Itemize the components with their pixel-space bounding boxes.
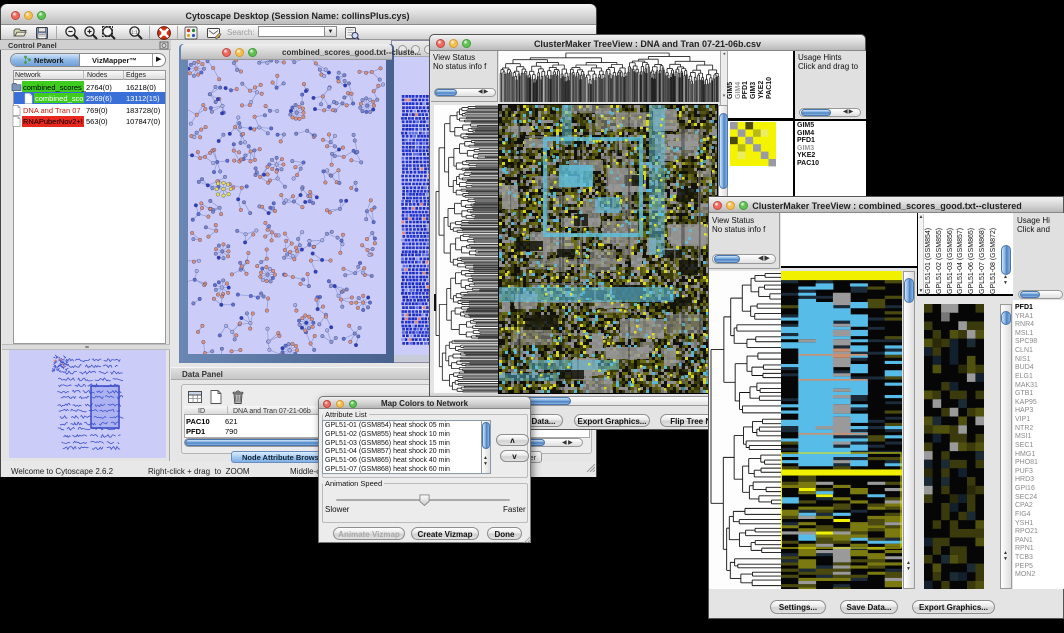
svg-text:1:1: 1:1 xyxy=(131,29,138,34)
